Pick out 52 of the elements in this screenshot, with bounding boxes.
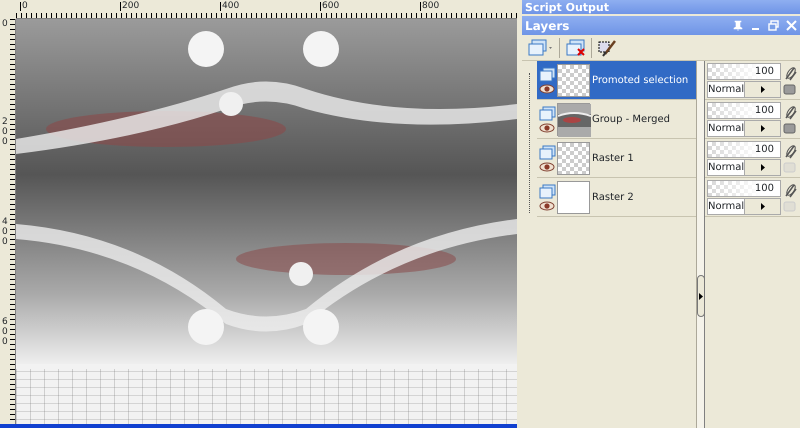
layer-name: Raster 1 [591, 152, 634, 166]
layer-name: Raster 2 [591, 190, 634, 204]
blend-mode-dropdown[interactable]: Normal [707, 120, 781, 136]
ruler-label: 200 [120, 2, 140, 11]
layer-thumbnail [557, 180, 590, 214]
ruler-label: 600 [320, 2, 340, 11]
opacity-slider[interactable]: 100 [707, 140, 781, 158]
opacity-slider[interactable]: 100 [707, 180, 781, 196]
visibility-eye-icon[interactable] [539, 200, 555, 210]
opacity-slider[interactable]: 100 [707, 102, 781, 118]
layer-icon [538, 66, 556, 82]
ruler-label: 400 [2, 218, 8, 248]
blend-mode-dropdown[interactable]: Normal [707, 198, 781, 214]
splitter-handle[interactable] [697, 275, 705, 317]
restore-icon[interactable] [768, 20, 779, 31]
mask-icon[interactable] [783, 84, 797, 94]
panel-title: Layers [525, 18, 570, 34]
ruler-label: 400 [220, 2, 240, 11]
ruler-label: 200 [2, 118, 8, 148]
layer-icon [538, 184, 556, 198]
pin-icon[interactable] [732, 20, 743, 31]
link-icon[interactable] [783, 104, 797, 120]
blend-mode-dropdown[interactable]: Normal [707, 158, 781, 176]
ruler-label: 600 [2, 318, 8, 348]
blend-mode-dropdown[interactable]: Normal [707, 80, 781, 98]
delete-layer-icon[interactable] [566, 38, 585, 56]
layer-name: Group - Merged [591, 112, 670, 126]
layer-thumbnail [557, 142, 590, 174]
opacity-slider[interactable]: 100 [707, 62, 781, 80]
layer-name: Promoted selection [591, 74, 688, 88]
link-icon[interactable] [783, 144, 797, 158]
ruler-label: 0 [20, 2, 28, 11]
close-icon[interactable] [786, 20, 797, 31]
visibility-eye-icon[interactable] [539, 84, 555, 94]
layer-thumbnail [557, 64, 590, 96]
link-icon[interactable] [783, 66, 797, 80]
layer-thumbnail [557, 102, 590, 136]
visibility-eye-icon[interactable] [539, 122, 555, 132]
layer-row[interactable]: Raster 1 [537, 139, 696, 178]
ruler-label: 800 [420, 2, 440, 11]
visibility-eye-icon[interactable] [539, 162, 555, 172]
layer-icon [538, 144, 556, 160]
layer-row[interactable]: Raster 2 [537, 178, 696, 217]
link-icon[interactable] [783, 182, 797, 198]
layer-icon [538, 106, 556, 120]
ruler-label: 0 [2, 20, 8, 30]
new-layer-icon[interactable] [528, 38, 553, 56]
layer-row[interactable]: Group - Merged [537, 100, 696, 139]
layer-row[interactable]: Promoted selection [537, 61, 696, 100]
mask-icon[interactable] [783, 122, 797, 134]
selection-brush-icon[interactable] [598, 38, 617, 56]
panel-title: Script Output [525, 0, 610, 14]
